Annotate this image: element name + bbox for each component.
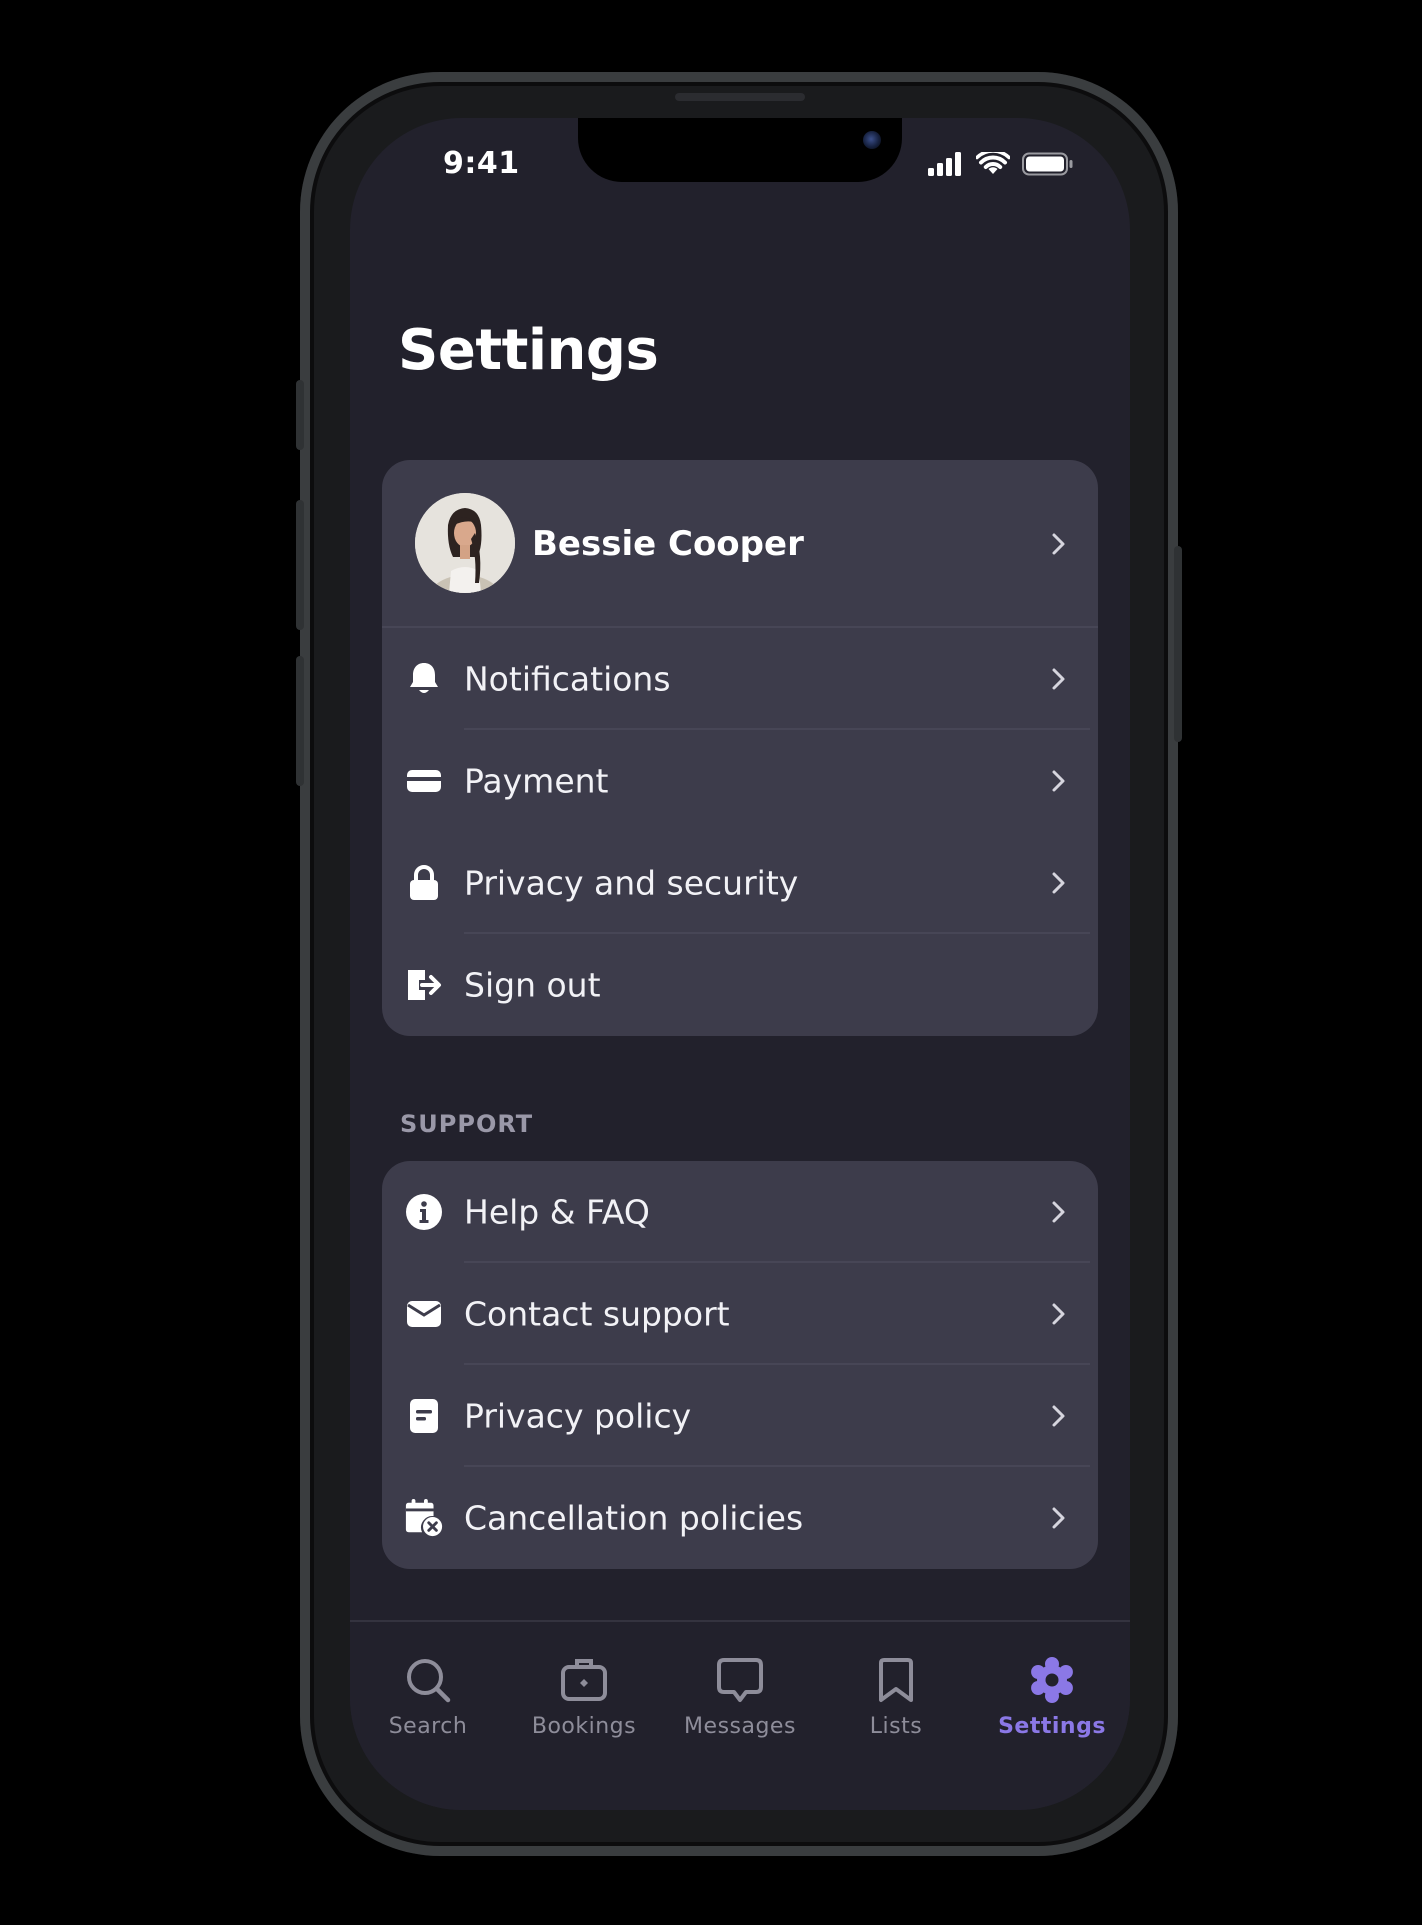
wifi-icon — [976, 152, 1010, 174]
chevron-right-icon — [1052, 1405, 1065, 1427]
search-icon — [404, 1656, 452, 1704]
settings-item-notifications[interactable]: Notifications — [382, 628, 1098, 730]
settings-item-payment[interactable]: Payment — [382, 730, 1098, 832]
chevron-right-icon — [1052, 1507, 1065, 1529]
chevron-right-icon — [1052, 872, 1065, 894]
settings-item-contact-support[interactable]: Contact support — [382, 1263, 1098, 1365]
settings-item-sign-out[interactable]: Sign out — [382, 934, 1098, 1036]
calendar-cancel-icon — [404, 1498, 444, 1538]
status-time: 9:41 — [443, 146, 520, 181]
tab-search[interactable]: Search — [350, 1622, 506, 1810]
profile-name: Bessie Cooper — [532, 524, 804, 564]
sign-out-icon — [404, 965, 444, 1005]
page-title: Settings — [398, 318, 659, 383]
chevron-right-icon — [1052, 668, 1065, 690]
document-icon — [404, 1396, 444, 1436]
status-icons — [928, 152, 1074, 176]
gear-icon — [1028, 1656, 1076, 1704]
tab-label: Lists — [869, 1714, 923, 1739]
bell-icon — [404, 659, 444, 699]
chevron-right-icon — [1052, 770, 1065, 792]
credit-card-icon — [404, 761, 444, 801]
battery-icon — [1022, 152, 1073, 176]
settings-item-label: Privacy policy — [464, 1396, 692, 1436]
avatar — [415, 493, 515, 593]
volume-down-button — [296, 656, 304, 786]
tab-lists[interactable]: Lists — [818, 1622, 974, 1810]
tab-label: Search — [388, 1714, 468, 1739]
settings-item-cancellation-policies[interactable]: Cancellation policies — [382, 1467, 1098, 1569]
earpiece-speaker — [675, 93, 805, 101]
volume-up-button — [296, 500, 304, 630]
avatar-image — [415, 493, 515, 593]
suitcase-icon — [560, 1656, 608, 1704]
bottom-tab-bar: Search Bookings Messages Lists Settings — [350, 1620, 1130, 1810]
envelope-icon — [404, 1294, 444, 1334]
chevron-right-icon — [1052, 533, 1065, 555]
tab-settings[interactable]: Settings — [974, 1622, 1130, 1810]
settings-item-label: Help & FAQ — [464, 1192, 650, 1232]
mute-switch — [296, 380, 304, 450]
lock-icon — [404, 863, 444, 903]
settings-item-label: Privacy and security — [464, 863, 799, 903]
signal-icon — [928, 152, 961, 176]
tab-bookings[interactable]: Bookings — [506, 1622, 662, 1810]
settings-item-label: Payment — [464, 761, 609, 801]
section-label-support: SUPPORT — [400, 1110, 534, 1138]
settings-item-label: Notifications — [464, 659, 671, 699]
tab-label: Settings — [998, 1714, 1106, 1739]
support-card: Help & FAQ Contact support Privacy polic… — [382, 1161, 1098, 1569]
account-card: Bessie Cooper Notifications Payment Priv… — [382, 460, 1098, 1036]
chevron-right-icon — [1052, 1201, 1065, 1223]
chevron-right-icon — [1052, 1303, 1065, 1325]
tab-label: Messages — [684, 1714, 796, 1739]
app-screen: 9:41 Settings Bessie Cooper Notification… — [350, 118, 1130, 1810]
bookmark-icon — [872, 1656, 920, 1704]
settings-item-help-faq[interactable]: Help & FAQ — [382, 1161, 1098, 1263]
front-camera — [863, 131, 881, 149]
settings-item-privacy-security[interactable]: Privacy and security — [382, 832, 1098, 934]
profile-row[interactable]: Bessie Cooper — [382, 460, 1098, 628]
info-icon — [404, 1192, 444, 1232]
chat-bubble-icon — [716, 1656, 764, 1704]
tab-label: Bookings — [531, 1714, 637, 1739]
settings-item-label: Sign out — [464, 965, 601, 1005]
settings-item-label: Contact support — [464, 1294, 730, 1334]
settings-item-privacy-policy[interactable]: Privacy policy — [382, 1365, 1098, 1467]
notch — [578, 118, 902, 182]
power-button — [1174, 546, 1182, 742]
settings-item-label: Cancellation policies — [464, 1498, 804, 1538]
tab-messages[interactable]: Messages — [662, 1622, 818, 1810]
